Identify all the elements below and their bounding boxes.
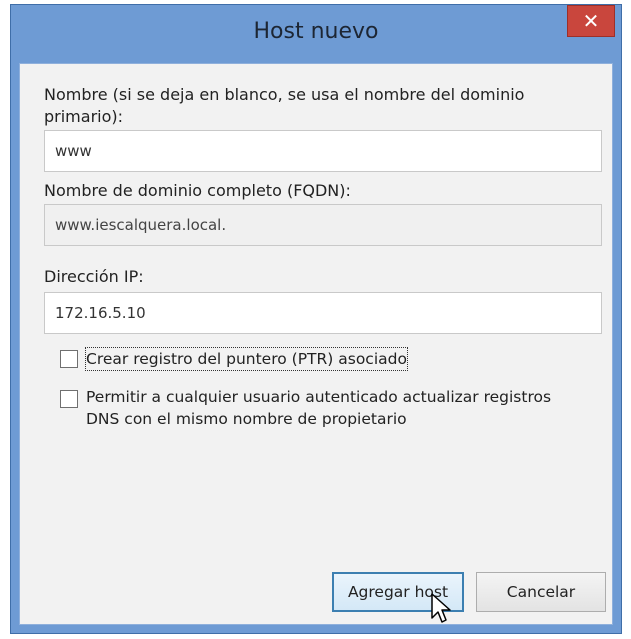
dialog-window: Host nuevo ✕ Nombre (si se deja en blanc… [10,4,622,634]
ip-label: Dirección IP: [44,267,144,286]
dialog-title: Host nuevo [253,19,379,44]
name-label-line1: Nombre (si se deja en blanco, se usa el … [44,85,525,104]
title-bar[interactable]: Host nuevo ✕ [11,5,621,63]
name-label-line2: primario): [44,107,124,126]
cancel-button[interactable]: Cancelar [476,572,606,612]
allow-update-label-line2: DNS con el mismo nombre de propietario [86,410,407,428]
fqdn-value: www.iescalquera.local. [44,204,602,246]
dialog-body: Nombre (si se deja en blanco, se usa el … [19,63,613,625]
allow-update-checkbox-label[interactable]: Permitir a cualquier usuario autenticado… [86,386,551,430]
close-button[interactable]: ✕ [567,5,615,37]
allow-update-label-line1: Permitir a cualquier usuario autenticado… [86,388,552,406]
fqdn-label: Nombre de dominio completo (FQDN): [44,181,351,200]
close-icon: ✕ [582,9,600,33]
ip-input[interactable] [44,292,602,334]
ptr-checkbox[interactable] [60,350,78,368]
ptr-checkbox-label[interactable]: Crear registro del puntero (PTR) asociad… [85,347,408,371]
name-input[interactable] [44,130,602,172]
allow-update-checkbox[interactable] [60,390,78,408]
mouse-pointer-icon [431,593,451,623]
name-label: Nombre (si se deja en blanco, se usa el … [44,84,524,128]
